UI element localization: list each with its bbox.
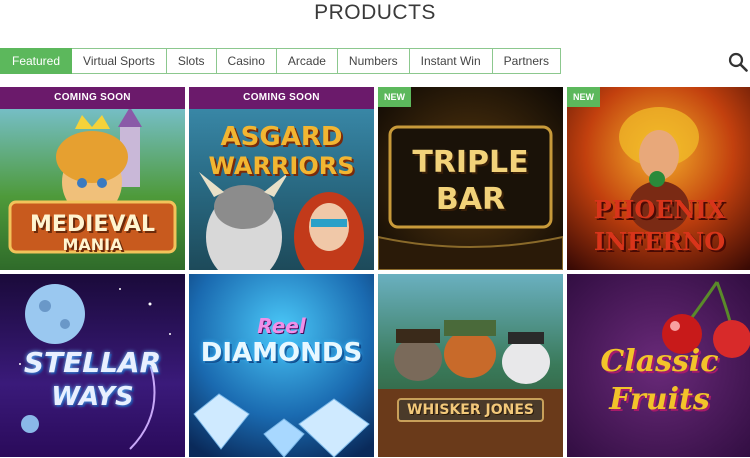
game-title-line2: BAR bbox=[435, 182, 506, 217]
game-title-line2: WAYS bbox=[51, 382, 134, 412]
tab-numbers[interactable]: Numbers bbox=[337, 48, 410, 74]
tab-instant-win[interactable]: Instant Win bbox=[409, 48, 493, 74]
tab-arcade[interactable]: Arcade bbox=[276, 48, 338, 74]
new-badge: NEW bbox=[378, 87, 411, 107]
game-title-line2: DIAMONDS bbox=[200, 338, 363, 368]
game-tile-triple-bar[interactable]: NEW TRIPLE BAR bbox=[378, 87, 563, 270]
game-title-line1: Classic bbox=[600, 344, 719, 379]
whisker-jones-artwork bbox=[378, 274, 563, 457]
game-tile-asgard-warriors[interactable]: COMING SOON ASGARD WARRIORS bbox=[189, 87, 374, 270]
game-title-line2: Fruits bbox=[609, 382, 710, 417]
game-tile-whisker-jones[interactable]: WHISKER JONES bbox=[378, 274, 563, 457]
search-icon[interactable] bbox=[728, 52, 748, 72]
tab-partners[interactable]: Partners bbox=[492, 48, 561, 74]
tab-virtual-sports[interactable]: Virtual Sports bbox=[72, 48, 167, 74]
game-title-line1: STELLAR bbox=[23, 346, 162, 379]
category-tabs: Featured Virtual Sports Slots Casino Arc… bbox=[0, 48, 561, 74]
tab-casino[interactable]: Casino bbox=[216, 48, 277, 74]
tab-slots[interactable]: Slots bbox=[166, 48, 217, 74]
tab-featured[interactable]: Featured bbox=[0, 48, 73, 74]
new-badge: NEW bbox=[567, 87, 600, 107]
coming-soon-banner: COMING SOON bbox=[0, 87, 185, 109]
game-title-line2: MANIA bbox=[62, 235, 123, 254]
games-grid: COMING SOON MEDIEVAL MANIA COMING SOON A… bbox=[0, 87, 750, 457]
page-title: PRODUCTS bbox=[314, 1, 436, 24]
game-tile-medieval-mania[interactable]: COMING SOON MEDIEVAL MANIA bbox=[0, 87, 185, 270]
game-title-line1: Reel bbox=[257, 314, 306, 338]
game-title-line1: ASGARD bbox=[220, 122, 343, 152]
game-tile-reel-diamonds[interactable]: Reel DIAMONDS bbox=[189, 274, 374, 457]
game-title-line2: INFERNO bbox=[593, 227, 726, 256]
game-title-line1: MEDIEVAL bbox=[30, 212, 155, 237]
game-tile-phoenix-inferno[interactable]: NEW PHOENIX INFERNO bbox=[567, 87, 750, 270]
game-title: WHISKER JONES bbox=[407, 402, 534, 418]
game-tile-stellar-ways[interactable]: STELLAR WAYS bbox=[0, 274, 185, 457]
game-title-line2: WARRIORS bbox=[208, 152, 355, 180]
game-title-line1: TRIPLE bbox=[412, 145, 529, 180]
game-tile-classic-fruits[interactable]: Classic Fruits bbox=[567, 274, 750, 457]
game-title-line1: PHOENIX bbox=[593, 195, 726, 224]
coming-soon-banner: COMING SOON bbox=[189, 87, 374, 109]
